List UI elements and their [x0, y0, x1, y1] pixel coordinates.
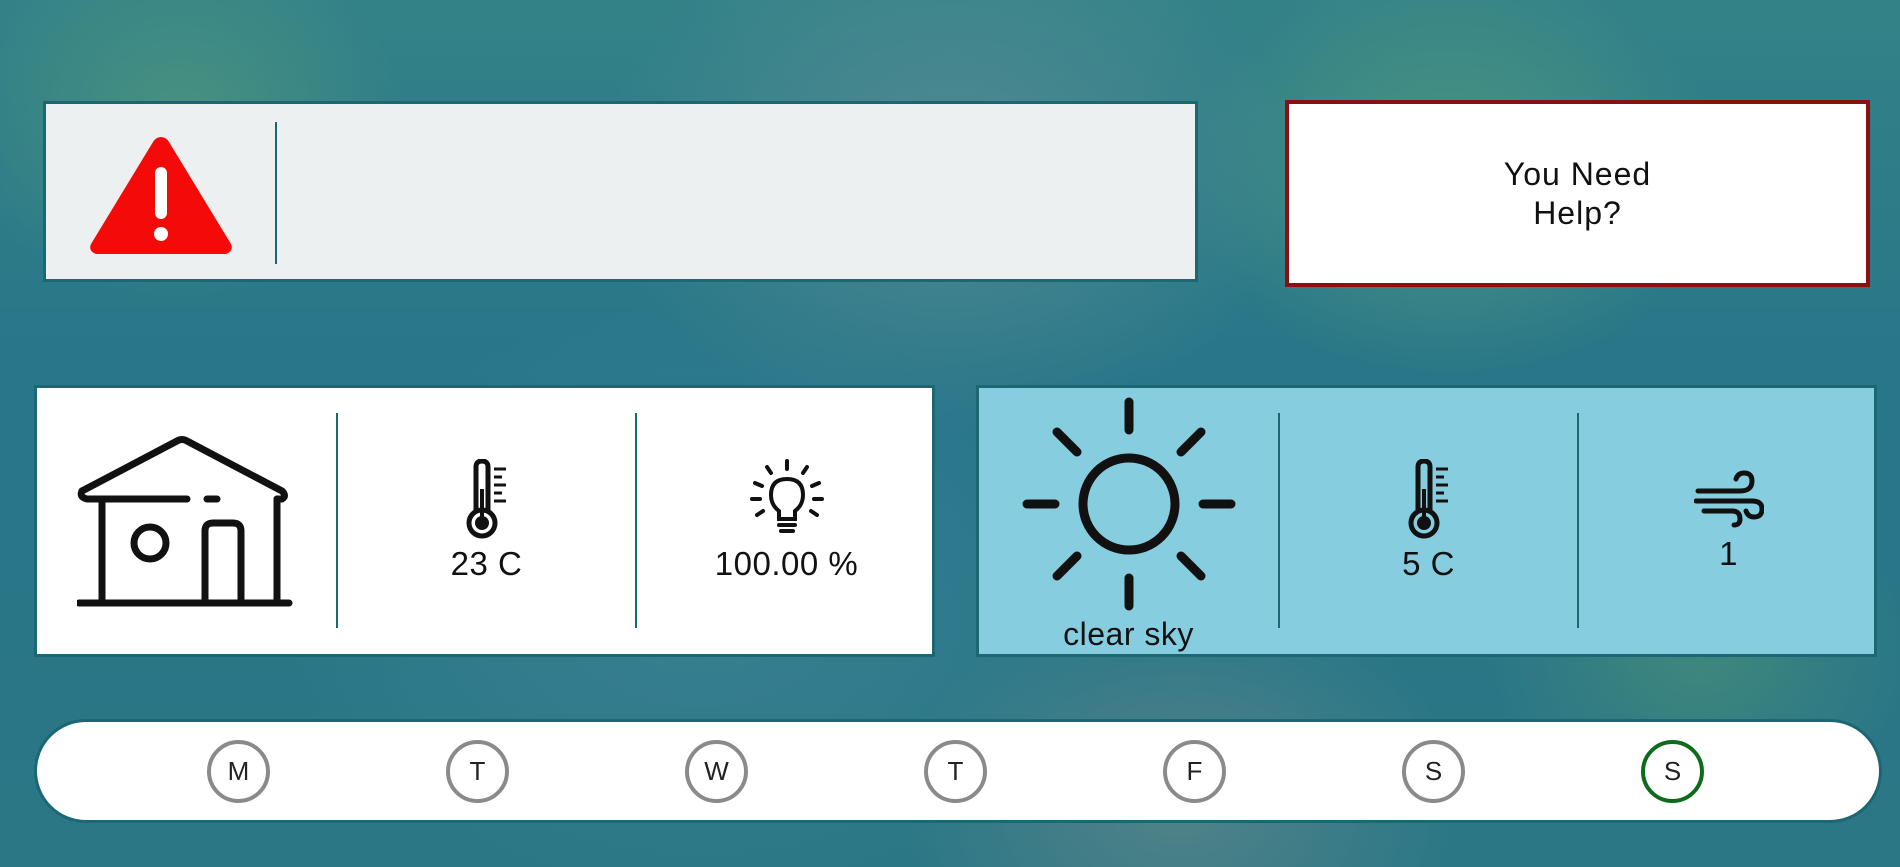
day-button-thursday[interactable]: T — [924, 740, 987, 803]
day-button-saturday[interactable]: S — [1402, 740, 1465, 803]
home-light-cell: 100.00 % — [637, 388, 936, 654]
outdoor-temperature: 5 C — [1402, 545, 1455, 582]
day-button-sunday[interactable]: S — [1641, 740, 1704, 803]
wind-icon — [1693, 470, 1764, 528]
help-button[interactable]: You Need Help? — [1285, 100, 1870, 287]
alert-panel — [43, 101, 1198, 282]
weather-condition-cell — [979, 388, 1278, 654]
light-level: 100.00 % — [714, 545, 859, 582]
wind-speed: 1 — [1719, 535, 1738, 572]
weather-description: clear sky — [1063, 616, 1194, 652]
day-button-monday[interactable]: M — [207, 740, 270, 803]
day-button-wednesday[interactable]: W — [685, 740, 748, 803]
day-label: T — [947, 756, 964, 786]
thermometer-icon — [466, 459, 506, 539]
house-icon — [76, 436, 292, 607]
day-label: S — [1663, 756, 1682, 786]
day-label: F — [1186, 756, 1203, 786]
lightbulb-icon — [749, 459, 824, 533]
outdoor-temperature-cell: 5 C — [1279, 388, 1578, 654]
day-button-tuesday[interactable]: T — [446, 740, 509, 803]
indoor-temperature: 23 C — [450, 545, 523, 582]
sun-icon — [1022, 397, 1235, 611]
help-button-label: You Need Help? — [1503, 155, 1652, 231]
day-label: M — [227, 756, 250, 786]
day-selector: M T W T F S S — [34, 719, 1882, 823]
day-label: T — [469, 756, 486, 786]
thermometer-icon — [1408, 459, 1448, 539]
wind-cell: 1 — [1579, 388, 1878, 654]
home-temperature-cell: 23 C — [337, 388, 636, 654]
day-label: W — [704, 756, 729, 786]
day-label: S — [1424, 756, 1443, 786]
weather-card: clear sky 5 C 1 — [976, 385, 1877, 657]
warning-icon — [90, 137, 232, 254]
alert-divider — [275, 122, 277, 264]
day-button-friday[interactable]: F — [1163, 740, 1226, 803]
home-icon-cell — [37, 388, 336, 654]
home-status-card: 23 C 100.00 % — [34, 385, 935, 657]
